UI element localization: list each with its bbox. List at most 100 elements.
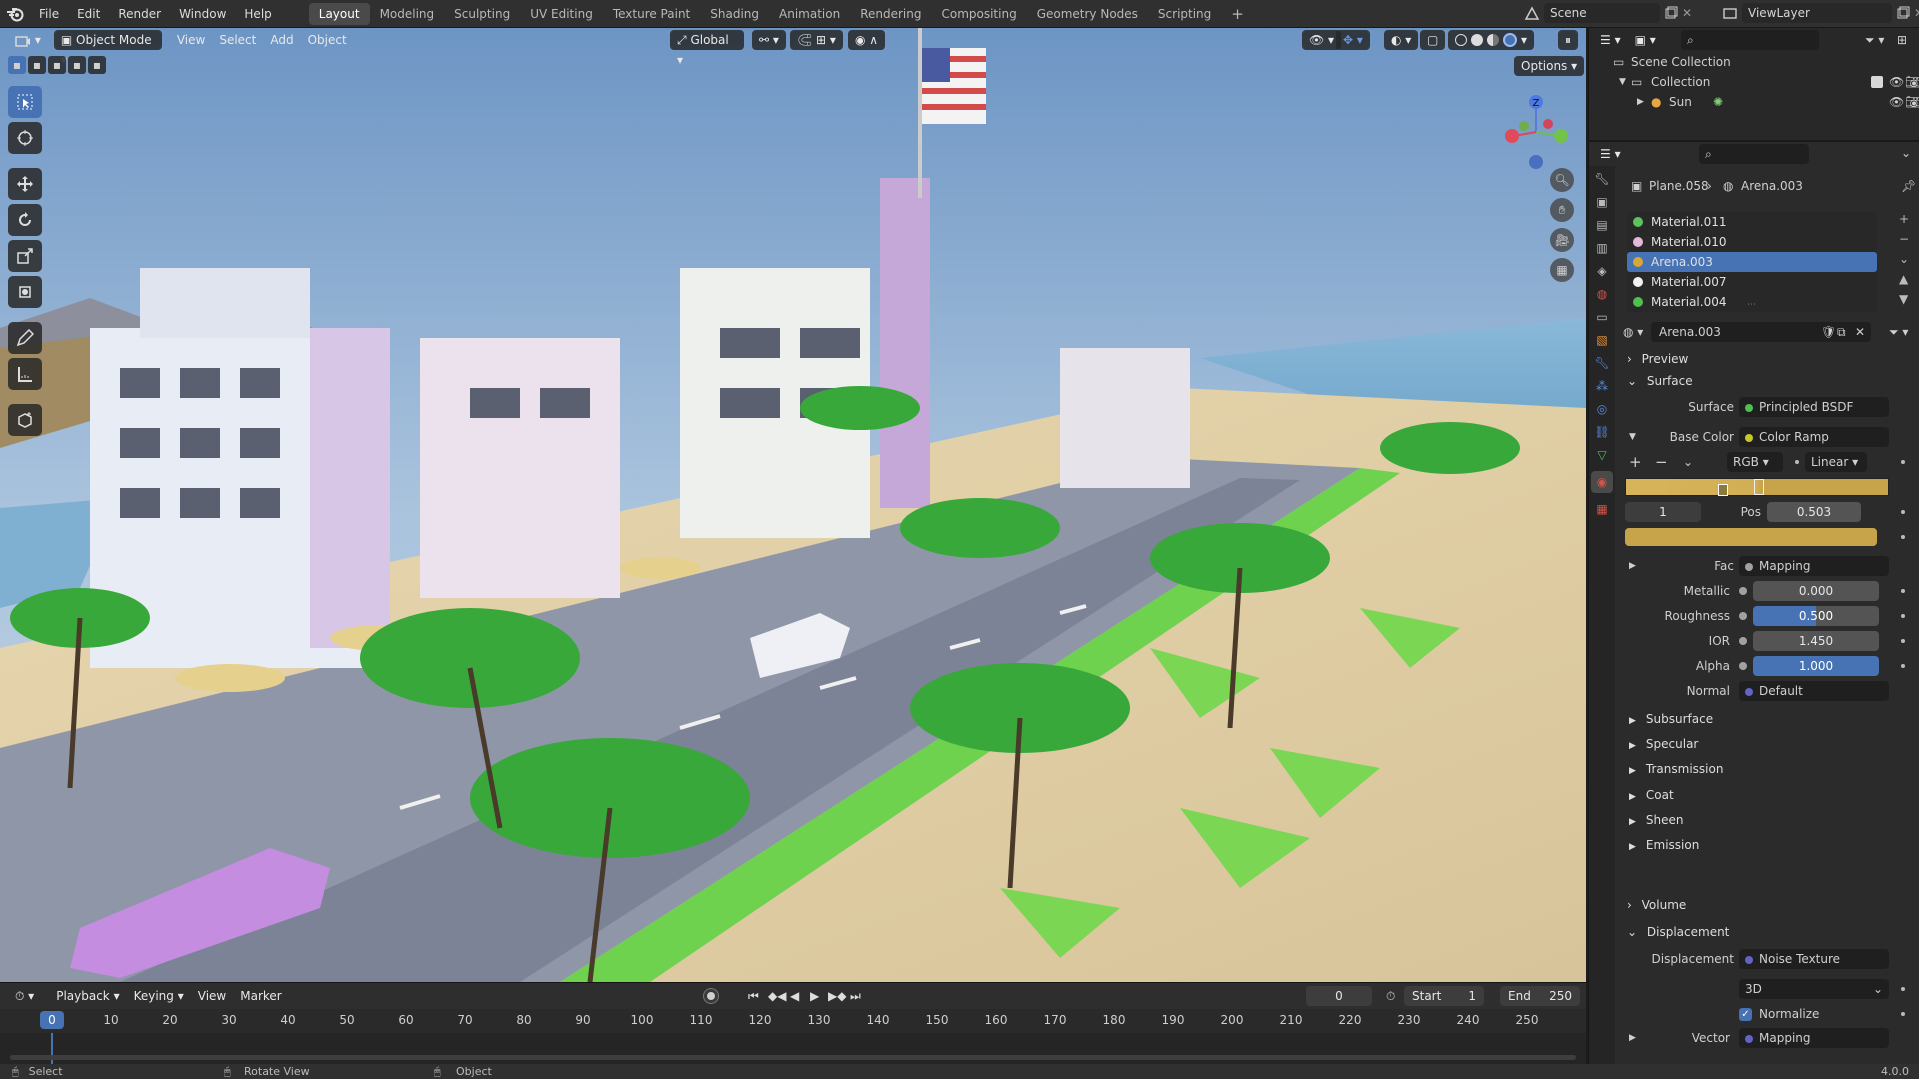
menu-select[interactable]: Select bbox=[212, 30, 263, 50]
menu-keying[interactable]: Keying ▾ bbox=[127, 986, 191, 1006]
move-tool-icon[interactable] bbox=[8, 168, 42, 200]
timeline-editor-type-button[interactable]: ⏱ ▾ bbox=[8, 986, 41, 1006]
tab-sculpting[interactable]: Sculpting bbox=[444, 3, 520, 25]
outliner-row-sun[interactable]: ▶ ● Sun ✺ 👁︎ 📷︎ bbox=[1589, 92, 1919, 112]
modifier-tab-icon[interactable]: 🔧︎ bbox=[1594, 356, 1609, 370]
new-view-layer-icon[interactable] bbox=[1896, 6, 1910, 21]
timeline-ruler[interactable]: 0 10 20 30 40 50 60 70 80 90 100 110 120 130 140 150 160… bbox=[0, 1009, 1586, 1033]
camera-icon[interactable]: 📷︎ bbox=[1905, 92, 1919, 112]
roughness-slider[interactable]: 0.500 bbox=[1753, 606, 1879, 626]
animate-dot-icon[interactable] bbox=[1795, 460, 1799, 464]
volume-panel-header[interactable]: › Volume bbox=[1615, 894, 1919, 916]
add-stop-button[interactable]: + bbox=[1629, 453, 1642, 471]
outliner-editor-type-button[interactable]: ☰ ▾ bbox=[1593, 30, 1628, 50]
tab-shading[interactable]: Shading bbox=[700, 3, 769, 25]
expand-arrow-icon[interactable]: ▶ bbox=[1629, 1033, 1636, 1043]
pivot-dropdown[interactable]: ⚯ ▾ bbox=[752, 30, 786, 50]
move-slot-down-button[interactable]: ▼ bbox=[1899, 292, 1909, 306]
measure-tool-icon[interactable] bbox=[8, 358, 42, 390]
select-new-icon[interactable]: ▪ bbox=[8, 56, 26, 74]
browse-node-icon[interactable]: ⏷ ▾ bbox=[1889, 325, 1908, 340]
tab-geometry-nodes[interactable]: Geometry Nodes bbox=[1027, 3, 1148, 25]
rotate-tool-icon[interactable] bbox=[8, 204, 42, 236]
new-scene-icon[interactable] bbox=[1664, 6, 1678, 21]
material-shading-icon[interactable] bbox=[1487, 34, 1499, 46]
transform-orientation-dropdown[interactable]: ⤢ Global ▾ bbox=[670, 30, 744, 67]
outliner-row-collection[interactable]: ▼ ▭ Collection 👁︎ 📷︎ bbox=[1589, 72, 1919, 92]
unlink-icon[interactable]: ✕ bbox=[1855, 325, 1865, 339]
expand-arrow-icon[interactable]: ▼ bbox=[1619, 72, 1626, 92]
subpanel-header[interactable]: ▶ Transmission bbox=[1615, 758, 1919, 780]
scene-tab-icon[interactable]: ◈ bbox=[1597, 264, 1606, 278]
view-layer-tab-icon[interactable]: ▥ bbox=[1596, 241, 1607, 255]
rendered-shading-icon[interactable] bbox=[1503, 33, 1517, 47]
scene-icon[interactable] bbox=[1524, 5, 1540, 21]
displacement-panel-header[interactable]: ⌄ Displacement bbox=[1615, 921, 1919, 943]
scene-name-field[interactable]: Scene bbox=[1544, 3, 1660, 23]
transform-tool-icon[interactable] bbox=[8, 276, 42, 308]
ramp-stop-index-field[interactable]: 1 bbox=[1625, 502, 1701, 522]
timeline-track-area[interactable] bbox=[0, 1033, 1586, 1065]
animate-dot-icon[interactable] bbox=[1901, 589, 1905, 593]
pause-render-button[interactable]: ⏸ bbox=[1558, 30, 1579, 50]
timeline-scrollbar[interactable] bbox=[10, 1055, 1576, 1060]
eye-icon[interactable]: 👁︎ bbox=[1889, 92, 1904, 112]
jump-keyframe-forward-icon[interactable]: ▶◆ bbox=[828, 989, 846, 1003]
physics-tab-icon[interactable]: ◎ bbox=[1597, 402, 1607, 416]
normal-field[interactable]: Default bbox=[1739, 681, 1889, 701]
menu-edit[interactable]: Edit bbox=[68, 0, 109, 28]
subpanel-header[interactable]: ▶ Subsurface bbox=[1615, 708, 1919, 730]
perspective-grid-icon[interactable]: ▦ bbox=[1550, 258, 1574, 282]
menu-object[interactable]: Object bbox=[301, 30, 354, 50]
tab-compositing[interactable]: Compositing bbox=[931, 3, 1026, 25]
display-mode-dropdown[interactable]: ▣ ▾ bbox=[1628, 30, 1663, 50]
object-mode-dropdown[interactable]: ▣ Object Mode ▾ bbox=[53, 30, 162, 67]
editor-type-button[interactable]: ▾ bbox=[8, 30, 48, 50]
select-invert-icon[interactable]: ▪ bbox=[68, 56, 86, 74]
subpanel-header[interactable]: ▶ Emission bbox=[1615, 834, 1919, 856]
scale-tool-icon[interactable] bbox=[8, 240, 42, 272]
3d-viewport[interactable]: ▾ ▣ Object Mode ▾ View Select Add Object… bbox=[0, 28, 1586, 982]
close-icon[interactable]: ✕ bbox=[1682, 6, 1692, 20]
animate-dot-icon[interactable] bbox=[1901, 664, 1905, 668]
subpanel-header[interactable]: ▶ Sheen bbox=[1615, 809, 1919, 831]
base-color-field[interactable]: Color Ramp bbox=[1739, 427, 1889, 447]
material-slot-item[interactable]: Material.007 bbox=[1627, 272, 1877, 292]
material-slot-item[interactable]: Material.010 bbox=[1627, 232, 1877, 252]
tool-tab-icon[interactable]: 🔧︎ bbox=[1594, 172, 1609, 186]
view-layer-field[interactable]: ViewLayer bbox=[1742, 3, 1892, 23]
preview-panel-header[interactable]: › Preview bbox=[1615, 348, 1919, 370]
render-tab-icon[interactable]: ▣ bbox=[1596, 195, 1607, 209]
output-tab-icon[interactable]: ▤ bbox=[1596, 218, 1607, 232]
options-dropdown[interactable]: Options ▾ bbox=[1514, 56, 1585, 76]
select-subtract-icon[interactable]: ▪ bbox=[48, 56, 66, 74]
tab-texture-paint[interactable]: Texture Paint bbox=[603, 3, 700, 25]
expand-arrow-icon[interactable]: ▼ bbox=[1629, 432, 1636, 442]
ramp-stop-handle[interactable] bbox=[1718, 484, 1728, 496]
slot-menu-button[interactable]: ⌄ bbox=[1899, 252, 1909, 266]
menu-add[interactable]: Add bbox=[263, 30, 300, 50]
play-icon[interactable]: ▶ bbox=[810, 989, 819, 1003]
record-keyframe-icon[interactable] bbox=[704, 989, 718, 1003]
add-slot-button[interactable]: + bbox=[1899, 212, 1909, 226]
camera-view-icon[interactable]: 🎥︎ bbox=[1550, 228, 1574, 252]
object-tab-icon[interactable]: ▧ bbox=[1596, 333, 1607, 347]
gray-socket-icon[interactable] bbox=[1739, 662, 1747, 670]
eye-icon[interactable]: 👁︎ bbox=[1889, 72, 1904, 92]
annotate-tool-icon[interactable] bbox=[8, 322, 42, 354]
material-slot-list[interactable]: Material.011 Material.010 Arena.003 Materia… bbox=[1627, 212, 1877, 312]
select-intersect-icon[interactable]: ▪ bbox=[88, 56, 106, 74]
metallic-field[interactable]: 0.000 bbox=[1753, 581, 1879, 601]
playhead[interactable]: 0 bbox=[40, 1011, 64, 1029]
filter-icon[interactable]: ⏷ ▾ bbox=[1865, 33, 1884, 48]
normalize-checkbox[interactable]: ✓ bbox=[1739, 1007, 1752, 1021]
remove-stop-button[interactable]: − bbox=[1655, 453, 1668, 471]
camera-icon[interactable]: 📷︎ bbox=[1905, 72, 1919, 92]
list-resize-handle[interactable]: ⋯ bbox=[1747, 300, 1756, 310]
shading-modes[interactable]: ▾ bbox=[1448, 30, 1535, 50]
menu-help[interactable]: Help bbox=[235, 0, 280, 28]
animate-dot-icon[interactable] bbox=[1901, 639, 1905, 643]
material-slot-item[interactable]: Arena.003 bbox=[1627, 252, 1877, 272]
dimension-dropdown[interactable]: 3D ⌄ bbox=[1739, 979, 1889, 999]
xray-toggle[interactable]: ▢ bbox=[1420, 30, 1446, 50]
